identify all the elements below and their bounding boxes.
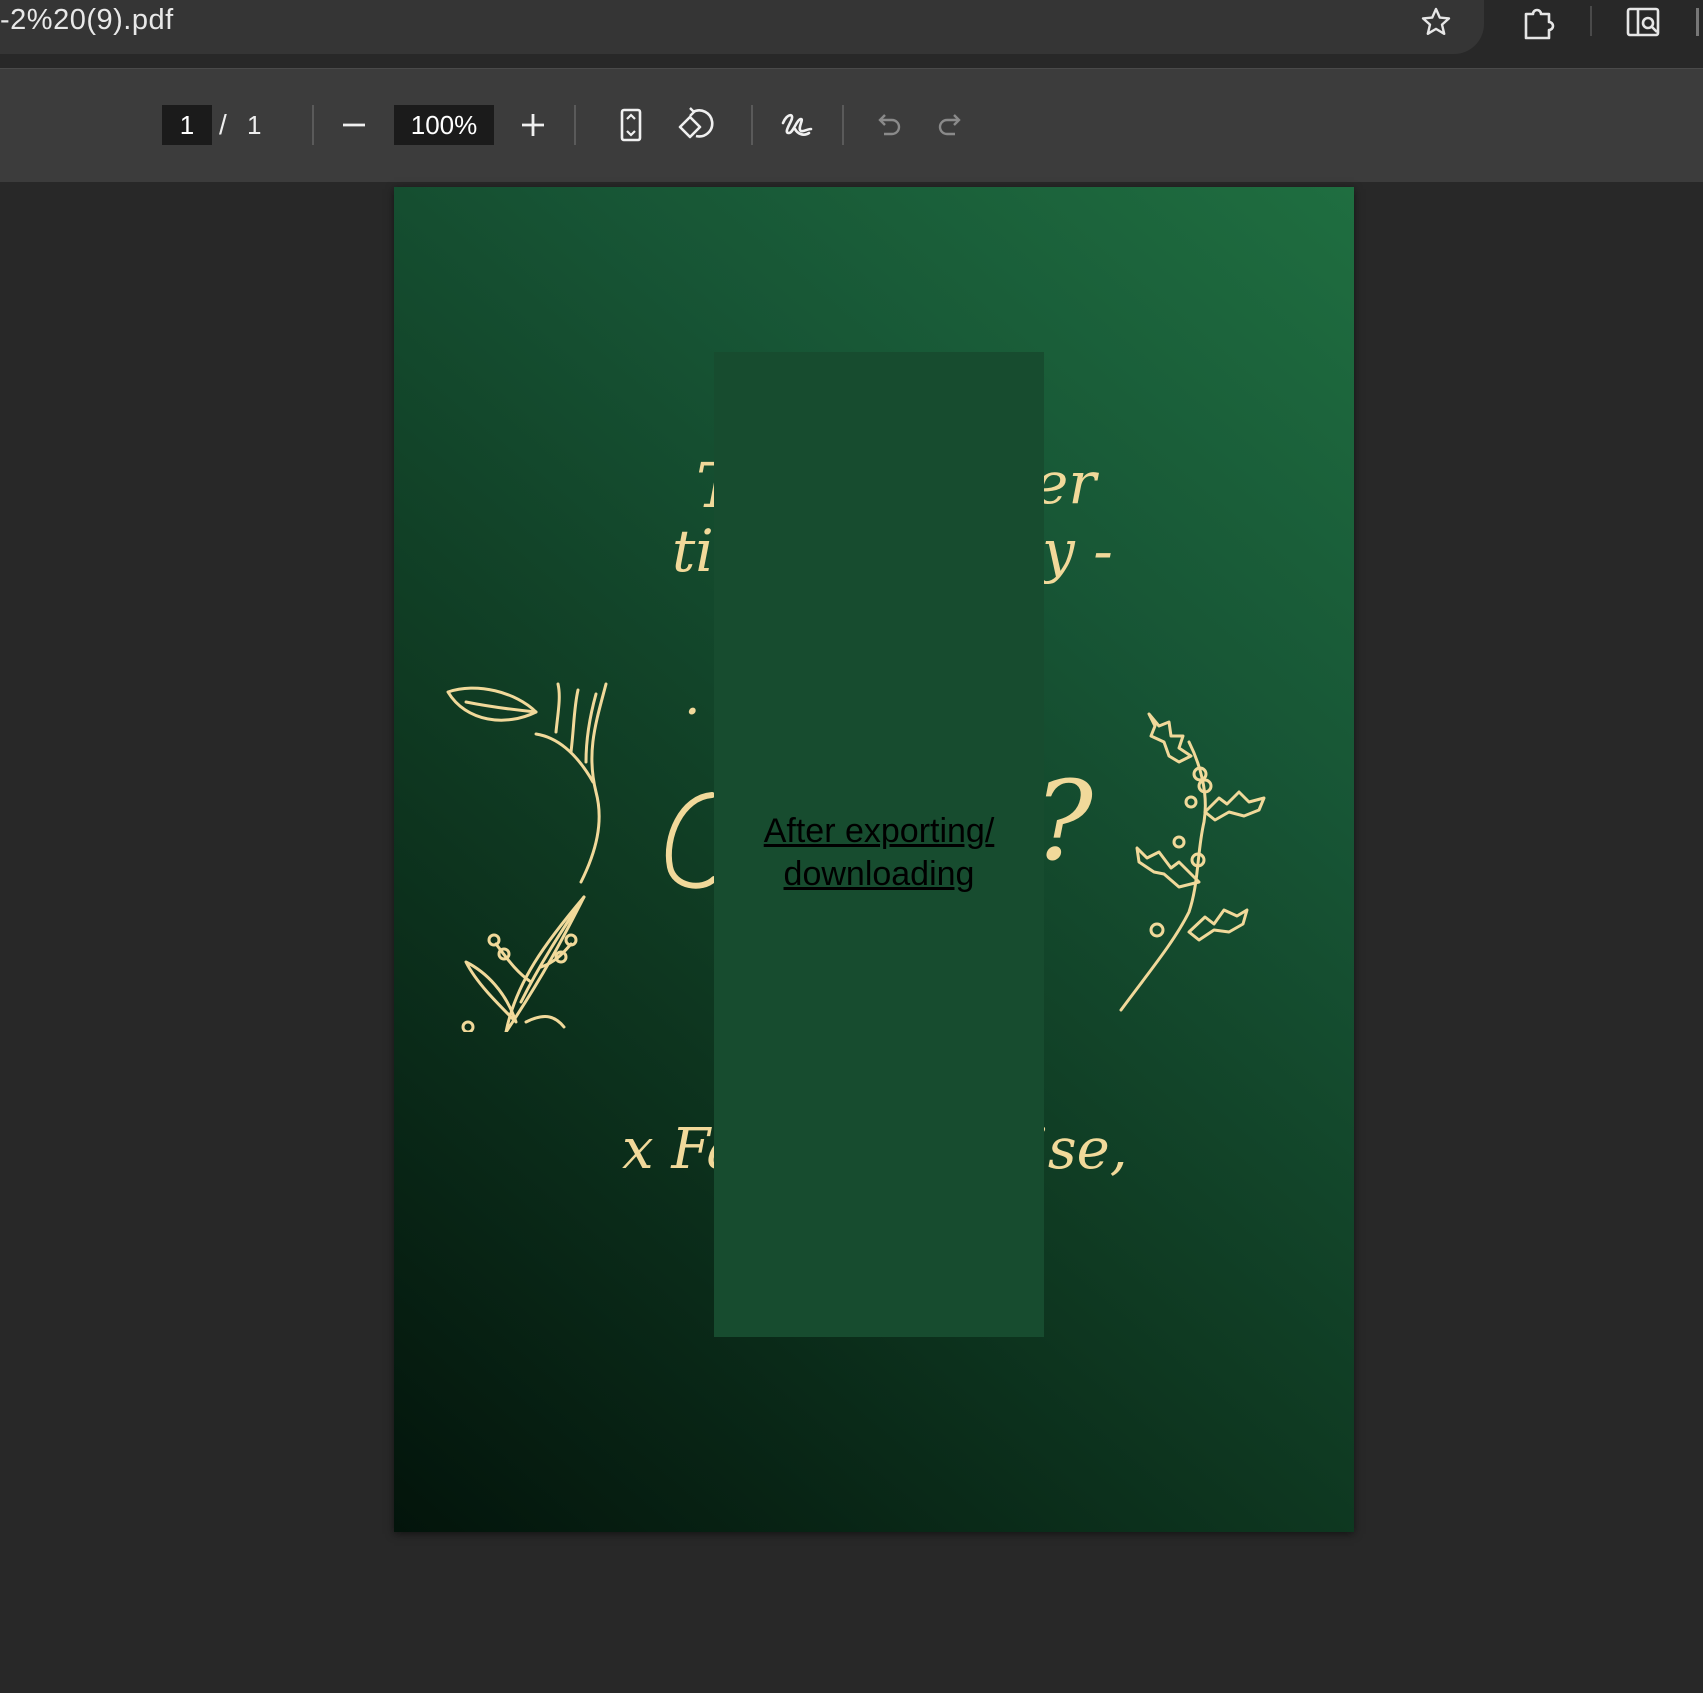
browser-topbar: -2%20(9).pdf: [0, 0, 1703, 68]
undo-icon: [878, 114, 901, 136]
fit-page-button[interactable]: [609, 103, 653, 147]
topbar-edge: [1696, 8, 1699, 36]
minus-icon: [343, 123, 365, 127]
fit-to-page-icon: [620, 108, 642, 142]
extensions-puzzle-icon[interactable]: [1522, 4, 1556, 40]
rotate-icon: [678, 107, 714, 139]
card-text-line2-right: y -: [1042, 517, 1113, 585]
page-separator: /: [219, 109, 227, 140]
address-bar[interactable]: -2%20(9).pdf: [0, 0, 1484, 54]
page-total: 1: [247, 110, 262, 140]
toolbar-divider: [751, 105, 753, 145]
page-number-input[interactable]: 1: [162, 105, 212, 145]
card-text-line2-left: ti: [672, 517, 714, 585]
left-leaf-illustration-icon: [446, 682, 608, 1032]
zoom-in-button[interactable]: [511, 103, 555, 147]
redo-button[interactable]: [929, 103, 973, 147]
redo-icon: [938, 114, 961, 136]
undo-button[interactable]: [866, 103, 910, 147]
annotate-button[interactable]: [775, 103, 819, 147]
card-dot: .: [684, 667, 701, 727]
toolbar-divider: [842, 105, 844, 145]
pdf-page: T er ti y - . ?: [394, 187, 1354, 1532]
right-holly-illustration-icon: [1119, 712, 1266, 1012]
bookmark-star-icon[interactable]: [1420, 6, 1452, 38]
script-letter-art: [665, 792, 717, 889]
rotate-button[interactable]: [673, 103, 717, 147]
signature-icon: [781, 113, 813, 136]
address-url[interactable]: -2%20(9).pdf: [0, 4, 174, 37]
card-signoff-right: ise,: [1030, 1117, 1128, 1182]
toolbar-divider: [574, 105, 576, 145]
zoom-out-button[interactable]: [332, 103, 376, 147]
toolbar-divider: [312, 105, 314, 145]
redaction-overlay: After exporting/ downloading: [714, 352, 1044, 1337]
after-exporting-link[interactable]: After exporting/ downloading: [714, 810, 1044, 896]
side-panel-search-icon[interactable]: [1626, 6, 1662, 40]
topbar-divider: [1590, 6, 1592, 36]
plus-icon: [522, 114, 544, 136]
zoom-level-input[interactable]: 100%: [394, 105, 494, 145]
pdf-toolbar: 1 / 1 100%: [0, 68, 1703, 182]
